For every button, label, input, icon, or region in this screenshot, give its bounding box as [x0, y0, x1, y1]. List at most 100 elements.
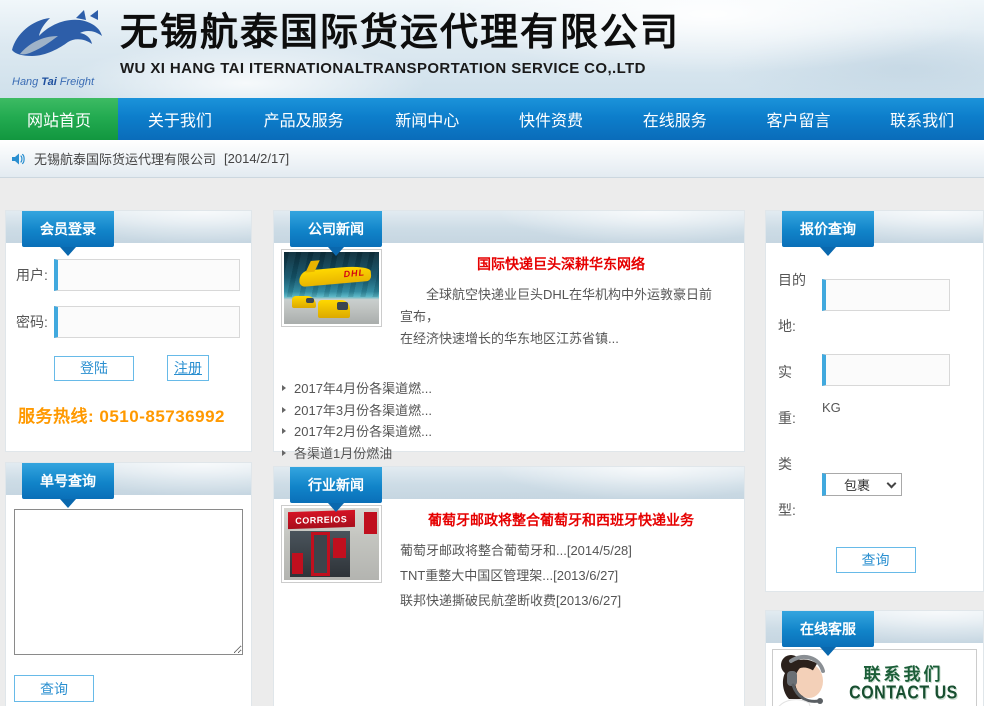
company-news-item-label: 2017年4月份各渠道燃... [294, 381, 432, 396]
dhl-van-art [292, 296, 317, 308]
correios-sign-art [364, 512, 377, 534]
operator-icon [775, 653, 839, 706]
nav-item-news[interactable]: 新闻中心 [365, 98, 489, 140]
correios-door-art [311, 532, 330, 575]
company-title-cn: 无锡航泰国际货运代理有限公司 [120, 10, 980, 56]
industry-news-item[interactable]: TNT重整大中国区管理架...[2013/6/27] [400, 563, 722, 588]
chevron-down-icon [887, 478, 897, 488]
company-news-featured: DHL 国际快递巨头深耕华东网络 全球航空快递业巨头DHL在华机构中外运敦豪日前… [281, 249, 736, 350]
username-input[interactable] [54, 259, 240, 291]
logo-words: HangTaiFreight [12, 76, 116, 88]
tracking-query-button[interactable]: 查询 [14, 675, 94, 702]
page: HangTaiFreight 无锡航泰国际货运代理有限公司 WU XI HANG… [0, 0, 984, 706]
company-news-item-label: 2017年2月份各渠道燃... [294, 424, 432, 439]
announcement-text[interactable]: 无锡航泰国际货运代理有限公司 [34, 149, 216, 168]
tracking-panel: 单号查询 查询 [5, 462, 252, 706]
weight-input[interactable] [822, 354, 950, 386]
announcement-bar: 无锡航泰国际货运代理有限公司 [2014/2/17] [0, 140, 984, 178]
correios-news-image[interactable]: CORREIOS [281, 505, 382, 583]
register-button[interactable]: 注册 [167, 355, 209, 381]
logo-word-tai: Tai [38, 76, 60, 88]
member-login-tab: 会员登录 [22, 211, 114, 247]
online-service-tab: 在线客服 [782, 611, 874, 647]
speaker-icon [10, 151, 26, 167]
login-buttons-row: 登陆 注册 [12, 355, 241, 381]
summary-line-1: 全球航空快递业巨头DHL在华机构中外运敦豪日前宣布， [400, 284, 722, 328]
tracking-number-textarea[interactable] [14, 509, 243, 655]
nav-item-rates[interactable]: 快件资费 [489, 98, 613, 140]
quote-header: 报价查询 [766, 211, 983, 243]
quote-query-button[interactable]: 查询 [836, 547, 916, 573]
correios-postbox-art [292, 553, 303, 575]
nav-item-online-service[interactable]: 在线服务 [613, 98, 737, 140]
weight-row: 实重: KG [778, 349, 973, 441]
bullet-icon [282, 407, 286, 413]
company-news-headline[interactable]: 国际快递巨头深耕华东网络 [400, 254, 722, 274]
company-title-en: WU XI HANG TAI ITERNATIONALTRANSPORTATIO… [120, 60, 980, 77]
online-service-header: 在线客服 [766, 611, 983, 643]
online-service-panel: 在线客服 联系我们 [765, 610, 984, 706]
company-news-tab: 公司新闻 [290, 211, 382, 247]
destination-row: 目的地: [778, 257, 973, 349]
nav-item-about[interactable]: 关于我们 [118, 98, 242, 140]
bullet-icon [282, 450, 286, 456]
type-label: 类型: [778, 441, 808, 533]
company-news-item[interactable]: 各渠道1月份燃油 [281, 443, 736, 465]
company-news-panel: 公司新闻 DHL 国际快递巨头深耕华东网络 全球航空快递业巨头DHL在华机构中外… [273, 210, 745, 452]
password-label: 密码: [12, 312, 54, 332]
nav-item-products[interactable]: 产品及服务 [242, 98, 366, 140]
industry-news-list: 葡萄牙邮政将整合葡萄牙和...[2014/5/28] TNT重整大中国区管理架.… [400, 538, 722, 613]
announcement-date: [2014/2/17] [224, 151, 289, 166]
industry-news-panel: 行业新闻 CORREIOS 葡萄牙邮政将整合葡萄牙和西班牙快递业务 [273, 466, 745, 706]
industry-news-item[interactable]: 葡萄牙邮政将整合葡萄牙和...[2014/5/28] [400, 538, 722, 563]
parcel-type-select[interactable]: 包裹 [822, 473, 902, 496]
quote-panel: 报价查询 目的地: 实重: KG 类型: 包裹 [765, 210, 984, 592]
member-login-header: 会员登录 [6, 211, 251, 243]
main-nav: 网站首页 关于我们 产品及服务 新闻中心 快件资费 在线服务 客户留言 联系我们 [0, 98, 984, 140]
quote-tab: 报价查询 [782, 211, 874, 247]
login-button[interactable]: 登陆 [54, 356, 134, 381]
nav-item-home[interactable]: 网站首页 [0, 98, 118, 140]
bullet-icon [282, 428, 286, 434]
dhl-plane-logo-text: DHL [343, 267, 365, 279]
site-header: HangTaiFreight 无锡航泰国际货运代理有限公司 WU XI HANG… [0, 0, 984, 98]
tracking-header: 单号查询 [6, 463, 251, 495]
customer-service-image[interactable]: 联系我们 CONTACT US [772, 649, 977, 706]
destination-label: 目的地: [778, 257, 808, 349]
dhl-news-image[interactable]: DHL [281, 249, 382, 327]
industry-news-tab: 行业新闻 [290, 467, 382, 503]
company-logo: HangTaiFreight [6, 6, 116, 94]
logo-word-freight: Freight [60, 76, 94, 88]
type-row: 类型: 包裹 [778, 441, 973, 533]
company-news-summary: 全球航空快递业巨头DHL在华机构中外运敦豪日前宣布， 在经济快速增长的华东地区江… [400, 284, 722, 350]
password-input[interactable] [54, 306, 240, 338]
company-news-list: 2017年4月份各渠道燃... 2017年3月份各渠道燃... 2017年2月份… [281, 378, 736, 464]
company-news-item-label: 各渠道1月份燃油 [294, 446, 392, 461]
company-news-item[interactable]: 2017年4月份各渠道燃... [281, 378, 736, 400]
industry-news-header: 行业新闻 [274, 467, 744, 499]
username-row: 用户: [12, 259, 241, 291]
dhl-van-art [318, 300, 350, 318]
contact-us-cn: 联系我们 [839, 660, 968, 685]
username-label: 用户: [12, 265, 54, 285]
correios-poster-art [333, 538, 345, 558]
nav-item-guestbook[interactable]: 客户留言 [737, 98, 861, 140]
weight-label: 实重: [778, 349, 808, 441]
weight-unit-label: KG [822, 400, 973, 415]
header-titles: 无锡航泰国际货运代理有限公司 WU XI HANG TAI ITERNATION… [120, 10, 980, 77]
company-news-item[interactable]: 2017年2月份各渠道燃... [281, 421, 736, 443]
nav-item-contact[interactable]: 联系我们 [860, 98, 984, 140]
horse-logo-icon [6, 6, 114, 68]
service-hotline: 服务热线: 0510-85736992 [12, 402, 241, 427]
destination-input[interactable] [822, 279, 950, 311]
industry-news-headline[interactable]: 葡萄牙邮政将整合葡萄牙和西班牙快递业务 [400, 510, 722, 530]
industry-news-item[interactable]: 联邦快递撕破民航垄断收费[2013/6/27] [400, 588, 722, 613]
correios-banner-art: CORREIOS [288, 510, 355, 530]
bullet-icon [282, 385, 286, 391]
password-row: 密码: [12, 306, 241, 338]
summary-line-2: 在经济快速增长的华东地区江苏省镇... [400, 328, 722, 350]
company-news-item[interactable]: 2017年3月份各渠道燃... [281, 400, 736, 422]
parcel-type-value: 包裹 [826, 475, 888, 494]
correios-banner-text: CORREIOS [295, 514, 347, 526]
contact-us-en: CONTACT US [839, 683, 968, 704]
